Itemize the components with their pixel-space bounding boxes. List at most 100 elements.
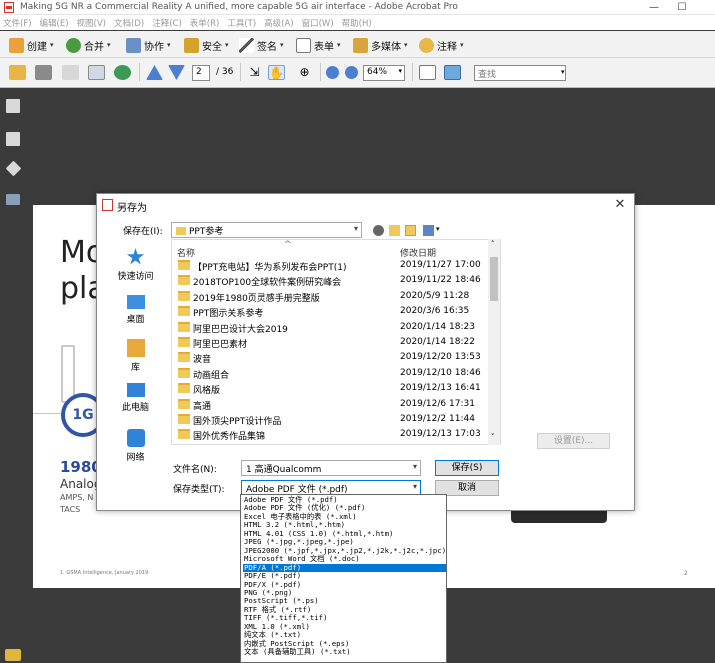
next-page-icon[interactable] [168,65,185,80]
file-date: 2020/1/14 18:22 [400,337,475,347]
tacs-label: TACS [60,505,81,514]
menu-comment[interactable]: 注释(C) [149,15,187,29]
menu-help[interactable]: 帮助(H) [339,15,377,29]
save-icon[interactable] [62,65,79,80]
place-this-pc[interactable]: 此电脑 [108,383,163,413]
back-icon[interactable] [373,225,384,236]
zoom-level-value: 64% [367,67,388,77]
pen-icon [239,37,254,53]
collaborate-button[interactable]: 协作 ▾ [126,36,171,54]
multimedia-button[interactable]: 多媒体 ▾ [353,36,408,54]
chevron-down-icon: ▾ [404,41,408,49]
file-row[interactable]: 2018TOP100全球软件案例研究峰会 2019/11/22 18:46 [172,273,488,288]
scroll-down-icon[interactable]: ˅ [491,433,495,441]
bookmarks-icon[interactable] [6,132,20,146]
file-row[interactable]: 风格版 2019/12/13 16:41 [172,381,488,396]
chevron-down-icon: ▾ [50,41,54,49]
signatures-icon[interactable] [6,194,20,205]
select-cursor-icon[interactable]: ⇲ [246,65,263,80]
file-date: 2020/5/9 11:28 [400,290,470,301]
open-folder-icon[interactable] [9,65,26,80]
menu-edit[interactable]: 编辑(E) [37,15,74,29]
menu-view[interactable]: 视图(V) [74,15,111,29]
file-row[interactable]: 阿里巴巴设计大会2019 2020/1/14 18:23 [172,320,488,335]
file-date: 2020/3/6 16:35 [400,306,470,317]
file-row[interactable]: PPT图示关系参考 2020/3/6 16:35 [172,304,488,319]
chevron-down-icon: ▾ [460,41,464,49]
web-icon[interactable] [114,65,131,80]
view-menu-icon[interactable] [423,225,434,236]
file-row[interactable]: 【PPT充电站】华为系列发布会PPT(1) 2019/11/27 17:00 [172,258,488,273]
new-folder-icon[interactable] [405,225,416,236]
generation-label: 1G [72,407,94,423]
page-number-input[interactable]: 2 [192,65,210,81]
place-label: 库 [130,363,140,373]
file-name: 阿里巴巴设计大会2019 [193,324,288,335]
fit-page-icon[interactable] [419,65,436,80]
previous-page-icon[interactable] [146,65,163,80]
file-row[interactable]: 动画组合 2019/12/10 18:46 [172,366,488,381]
chevron-down-icon[interactable]: ▾ [561,68,565,76]
save-button[interactable]: 保存(S) [435,460,499,476]
place-quick-access[interactable]: 快速访问 [108,248,163,282]
place-desktop[interactable]: 桌面 [108,295,163,325]
maximize-button[interactable]: ☐ [672,1,692,14]
forms-button[interactable]: 表单 ▾ [296,36,341,54]
folder-icon [178,321,190,332]
fit-width-icon[interactable] [444,65,461,80]
zoom-in-icon[interactable] [345,66,358,79]
folder-icon [178,275,190,286]
zoom-tool-icon[interactable]: ⊕ [296,65,313,80]
lock-icon [184,37,199,53]
menu-advanced[interactable]: 高级(A) [261,15,298,29]
secure-button[interactable]: 安全 ▾ [184,36,229,54]
comment-button[interactable]: 注释 ▾ [419,36,464,54]
search-input[interactable]: 查找 [474,65,566,81]
place-network[interactable]: 网络 [108,429,163,463]
combine-button[interactable]: 合并 ▾ [66,36,111,54]
file-date: 2020/1/14 18:23 [400,321,475,332]
print-icon[interactable] [35,65,52,80]
filename-input[interactable]: 1 高通Qualcomm ▾ [241,460,421,476]
pdf-file-icon [102,199,113,211]
place-label: 网络 [126,453,145,463]
folder-icon [178,367,190,378]
file-list-scrollbar[interactable]: ˄ ˅ [488,239,500,445]
comment-bubble-icon[interactable] [5,649,21,661]
zoom-level-select[interactable]: 64% ▾ [363,65,405,81]
scroll-up-icon[interactable]: ˄ [491,240,495,248]
multimedia-icon [353,37,368,53]
menu-window[interactable]: 窗口(W) [299,15,339,29]
up-folder-icon[interactable] [389,225,400,236]
save-in-select[interactable]: PPT参考 ▾ [171,222,362,238]
menu-tools[interactable]: 工具(T) [224,15,261,29]
file-row[interactable]: 高通 2019/12/6 17:31 [172,397,488,412]
divider [139,63,140,81]
zoom-out-icon[interactable] [326,66,339,79]
sign-button[interactable]: 签名 ▾ [239,36,284,54]
file-row[interactable]: 国外顶尖PPT设计作品 2019/12/2 11:44 [172,412,488,427]
minimize-button[interactable]: — [644,1,664,14]
email-icon[interactable] [88,65,105,80]
chevron-down-icon[interactable]: ▾ [436,225,440,233]
settings-button[interactable]: 设置(E)... [537,433,610,449]
file-row[interactable]: 波音 2019/12/20 13:53 [172,350,488,365]
menu-forms[interactable]: 表单(R) [187,15,225,29]
folder-icon [178,306,190,317]
file-row[interactable]: 国外优秀作品集锦 2019/12/13 17:03 [172,427,488,442]
create-label: 创建 [27,41,47,53]
create-button[interactable]: 创建 ▾ [9,36,54,54]
file-row[interactable]: 阿里巴巴素材 2020/1/14 18:22 [172,335,488,350]
place-libraries[interactable]: 库 [108,339,163,373]
pages-icon[interactable] [6,99,20,113]
filename-value: 1 高通Qualcomm [246,465,322,475]
filename-label: 文件名(N): [173,465,217,475]
hand-tool-icon[interactable]: ✋ [268,65,285,80]
close-icon[interactable]: ✕ [612,197,628,213]
menu-document[interactable]: 文档(D) [111,15,149,29]
scrollbar-thumb[interactable] [490,257,498,301]
file-row[interactable]: 2019年1980页灵感手册完整版 2020/5/9 11:28 [172,289,488,304]
menu-file[interactable]: 文件(F) [0,15,37,29]
filetype-option[interactable]: 文本 (具备辅助工具) (*.txt) [243,647,446,656]
layers-icon[interactable] [5,160,22,177]
